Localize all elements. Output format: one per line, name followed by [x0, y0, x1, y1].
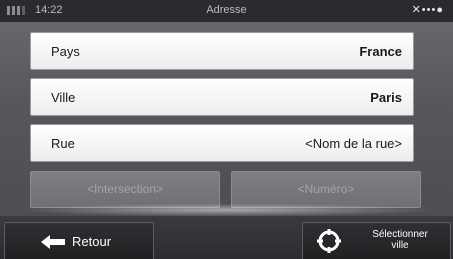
- intersection-placeholder: <Intersection>: [86, 182, 164, 196]
- select-city-label: Sélectionner ville: [354, 229, 446, 251]
- city-field[interactable]: Ville Paris: [30, 78, 414, 116]
- country-label: Pays: [51, 44, 80, 59]
- street-value: <Nom de la rue>: [305, 136, 402, 151]
- arrow-left-icon: [41, 235, 65, 249]
- number-placeholder: <Numéro>: [297, 182, 355, 196]
- divider-glow: [0, 203, 453, 217]
- select-city-button[interactable]: Sélectionner ville: [302, 222, 451, 259]
- street-label: Rue: [51, 136, 75, 151]
- back-button[interactable]: Retour: [4, 222, 154, 259]
- city-value: Paris: [370, 90, 402, 105]
- street-field[interactable]: Rue <Nom de la rue>: [30, 124, 414, 162]
- status-bar: 14:22 Adresse ✕•••●: [0, 0, 453, 22]
- select-city-label-line1: Sélectionner: [372, 229, 428, 240]
- crosshair-target-icon: [317, 229, 341, 253]
- satellite-signal-icon: ✕•••●: [411, 4, 444, 16]
- country-value: France: [359, 44, 402, 59]
- city-label: Ville: [51, 90, 76, 105]
- back-button-label: Retour: [72, 234, 112, 249]
- select-city-label-line2: ville: [391, 240, 409, 251]
- country-field[interactable]: Pays France: [30, 32, 414, 70]
- screen-title: Adresse: [206, 4, 247, 16]
